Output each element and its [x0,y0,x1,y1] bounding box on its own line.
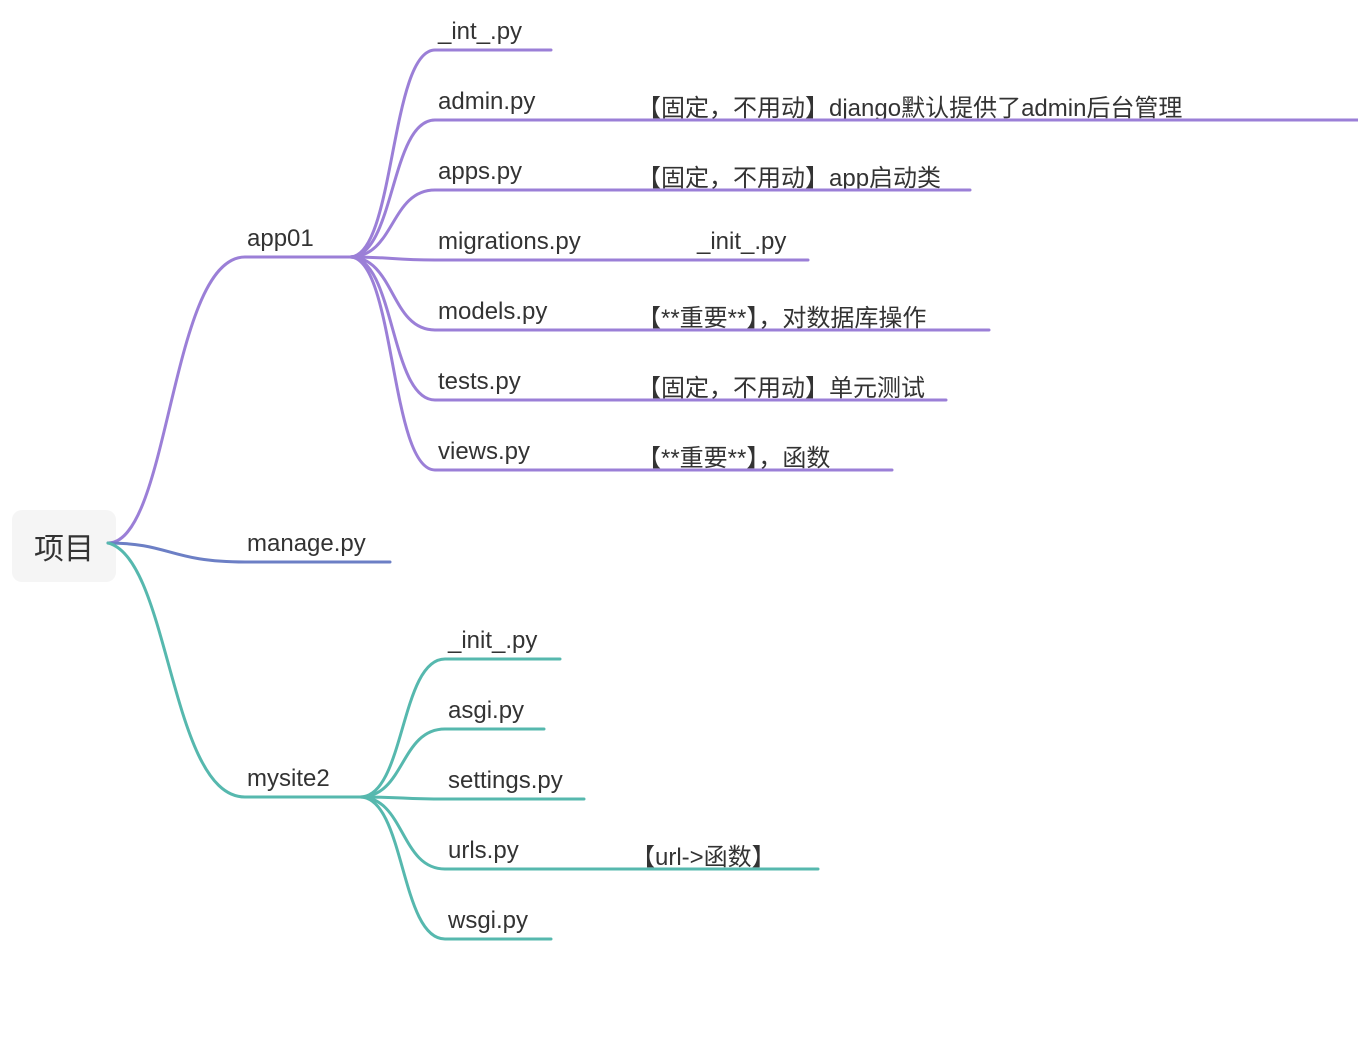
branch-mysite2-label[interactable]: mysite2 [247,765,330,793]
child-init-label[interactable]: _init_.py [448,627,537,655]
child-models-label[interactable]: models.py [438,298,547,326]
child-models-note: 【**重要**】，对数据库操作 [637,298,926,333]
child-urls-note: 【url->函数】 [631,837,776,872]
child-int-label[interactable]: _int_.py [438,18,522,46]
mindmap-root[interactable]: 项目 [12,510,116,582]
child-apps-label[interactable]: apps.py [438,158,522,186]
branch-manage-label[interactable]: manage.py [247,530,366,558]
child-asgi-label[interactable]: asgi.py [448,697,524,725]
child-migrations-note[interactable]: _init_.py [697,228,786,256]
branch-app01-label[interactable]: app01 [247,225,314,253]
child-urls-label[interactable]: urls.py [448,837,519,865]
child-wsgi-label[interactable]: wsgi.py [448,907,528,935]
child-views-label[interactable]: views.py [438,438,530,466]
child-settings-label[interactable]: settings.py [448,767,563,795]
child-views-note: 【**重要**】，函数 [637,438,830,473]
child-admin-label[interactable]: admin.py [438,88,535,116]
child-apps-note: 【固定，不用动】app启动类 [637,158,941,193]
child-migrations-label[interactable]: migrations.py [438,228,581,256]
child-tests-note: 【固定，不用动】单元测试 [637,368,925,403]
child-tests-label[interactable]: tests.py [438,368,521,396]
child-admin-note: 【固定，不用动】django默认提供了admin后台管理 [637,88,1182,123]
